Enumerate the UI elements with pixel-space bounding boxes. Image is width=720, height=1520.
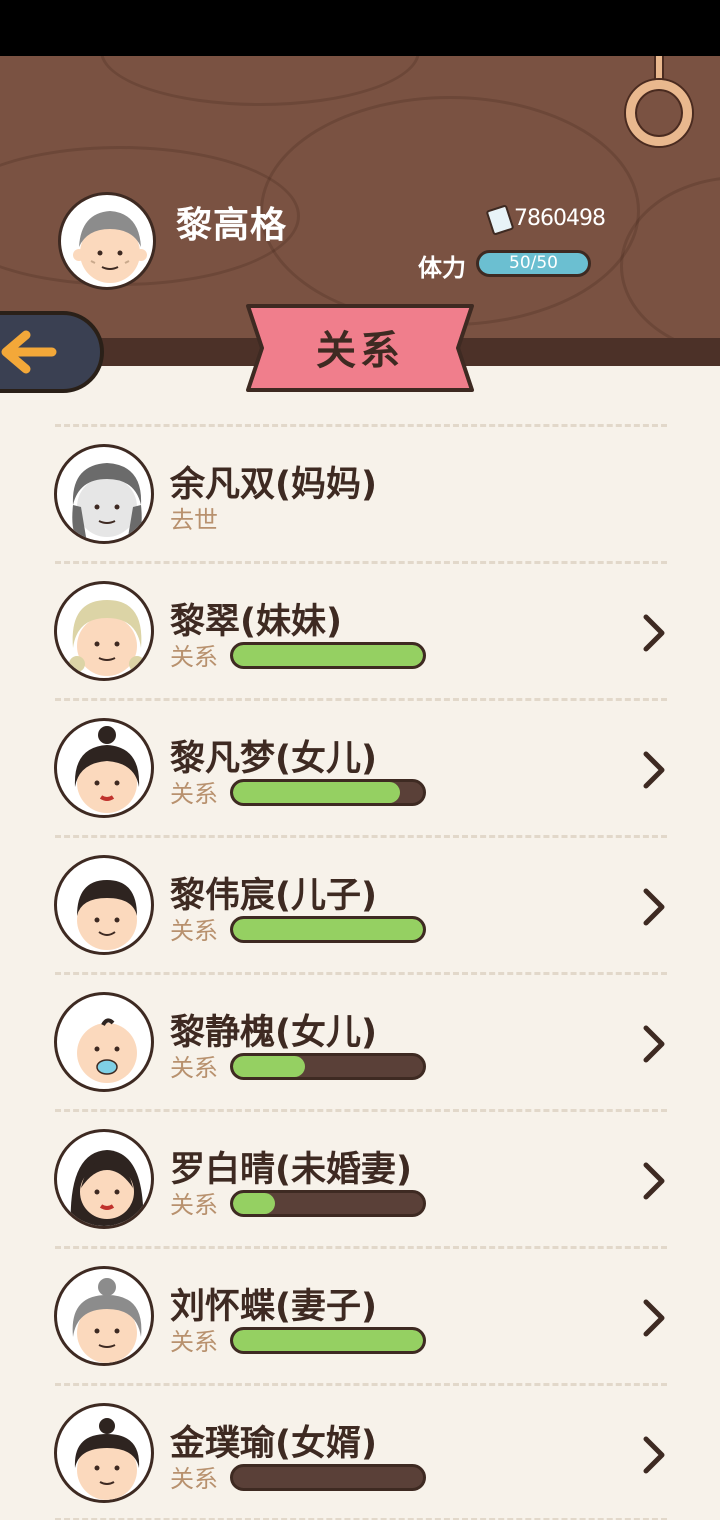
relation-bar-fill: [233, 782, 401, 803]
chevron-right-icon[interactable]: [640, 750, 668, 790]
relative-status: 去世: [170, 506, 218, 534]
relation-bar-fill: [233, 1193, 275, 1214]
stamina-label: 体力: [418, 254, 466, 282]
row-divider: [55, 424, 667, 427]
relation-row[interactable]: 黎静槐(女儿) 关系: [0, 972, 720, 1109]
relation-row[interactable]: 刘怀蝶(妻子) 关系: [0, 1246, 720, 1383]
relation-bar: [230, 779, 426, 806]
relation-row[interactable]: 罗白晴(未婚妻) 关系: [0, 1109, 720, 1246]
relation-bar: [230, 1327, 426, 1354]
chevron-right-icon[interactable]: [640, 1024, 668, 1064]
chevron-right-icon[interactable]: [640, 1435, 668, 1475]
chevron-right-icon[interactable]: [640, 1161, 668, 1201]
page-title: 关系: [316, 328, 404, 374]
relation-label: 关系: [170, 917, 218, 945]
relation-row: 余凡双(妈妈) 去世: [0, 424, 720, 561]
row-divider: [55, 698, 667, 701]
player-avatar: [58, 192, 156, 290]
money-amount: 7860498: [514, 206, 606, 231]
relation-row[interactable]: 黎伟宸(儿子) 关系: [0, 835, 720, 972]
row-divider: [55, 835, 667, 838]
row-divider: [55, 1246, 667, 1249]
relative-avatar: [54, 992, 154, 1092]
relative-avatar: [54, 444, 154, 544]
relative-avatar: [54, 855, 154, 955]
relation-label: 关系: [170, 1328, 218, 1356]
relative-avatar: [54, 1403, 154, 1503]
chevron-right-icon[interactable]: [640, 1298, 668, 1338]
relation-bar-fill: [233, 645, 423, 666]
relation-label: 关系: [170, 780, 218, 808]
relation-bar: [230, 642, 426, 669]
stamina-value: 50/50: [509, 253, 558, 273]
row-divider: [55, 1109, 667, 1112]
relations-list: 余凡双(妈妈) 去世 黎翠(妹妹) 关系 黎凡梦(女儿) 关系 黎伟宸(儿子) 关系 黎静槐(女…: [0, 424, 720, 1520]
relation-bar: [230, 1053, 426, 1080]
relation-row[interactable]: 黎凡梦(女儿) 关系: [0, 698, 720, 835]
relation-bar: [230, 916, 426, 943]
relation-label: 关系: [170, 1465, 218, 1493]
relation-bar: [230, 1464, 426, 1491]
relative-avatar: [54, 581, 154, 681]
relation-label: 关系: [170, 1054, 218, 1082]
relation-bar-fill: [233, 1330, 423, 1351]
relation-label: 关系: [170, 643, 218, 671]
stamina-bar: 50/50: [476, 250, 591, 277]
row-divider: [55, 972, 667, 975]
row-divider: [55, 561, 667, 564]
relation-row[interactable]: 金璞瑜(女婿) 关系: [0, 1383, 720, 1520]
back-button[interactable]: [0, 311, 104, 393]
relation-bar: [230, 1190, 426, 1217]
relative-avatar: [54, 1266, 154, 1366]
chevron-right-icon[interactable]: [640, 613, 668, 653]
relation-bar-fill: [233, 1056, 306, 1077]
relation-row[interactable]: 黎翠(妹妹) 关系: [0, 561, 720, 698]
ring-icon[interactable]: [626, 80, 692, 146]
relation-bar-fill: [233, 919, 423, 940]
status-bar: [0, 0, 720, 56]
row-divider: [55, 1383, 667, 1386]
player-name: 黎高格: [176, 205, 288, 246]
back-arrow-icon: [1, 330, 57, 374]
relative-avatar: [54, 1129, 154, 1229]
relation-label: 关系: [170, 1191, 218, 1219]
relative-avatar: [54, 718, 154, 818]
chevron-right-icon[interactable]: [640, 887, 668, 927]
